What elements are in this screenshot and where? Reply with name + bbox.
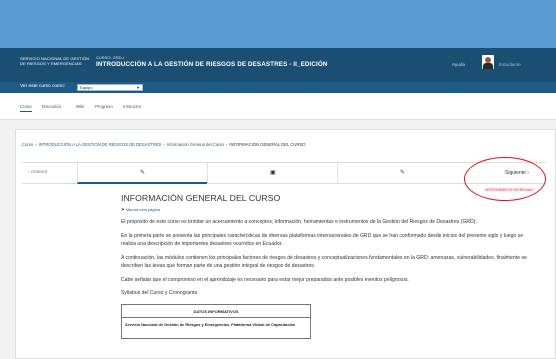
- sequence-item-1[interactable]: ✎: [77, 163, 207, 184]
- tab-discusion[interactable]: Discusión: [42, 104, 61, 109]
- desktop-background: [0, 0, 556, 48]
- info-table: DATOS INFORMATIVOS Servicio Nacional de …: [121, 304, 311, 340]
- view-as-bar: Ver este curso como: Equipo ▼: [0, 82, 556, 93]
- tab-instructor[interactable]: Instructor: [123, 104, 141, 109]
- site-header: SERVICIO NACIONAL DE GESTIÓN DE RIESGOS …: [0, 48, 556, 82]
- previous-label: Anterior: [30, 170, 48, 175]
- breadcrumb-current: INFORMACIÓN GENERAL DEL CURSO: [229, 142, 306, 147]
- highlight-note: ANTERIORMENTE ENTREGADO: [485, 188, 534, 192]
- sequence-item-2[interactable]: ▣: [207, 163, 337, 184]
- unit-title: INFORMACIÓN GENERAL DEL CURSO: [121, 193, 281, 203]
- breadcrumb-separator: ›: [163, 142, 165, 147]
- course-tabs: Curso Discusión Wiki Progreso Instructor: [0, 93, 556, 120]
- sequence-navigation: ‹ Anterior ✎ ▣ ✎ Siguiente ›: [22, 162, 546, 184]
- tab-progreso[interactable]: Progreso: [95, 104, 113, 109]
- avatar-body: [483, 63, 493, 69]
- avatar[interactable]: [482, 55, 494, 69]
- page-icon: ✎: [140, 170, 146, 176]
- paragraph: El propósito de este curso es brindar un…: [121, 219, 477, 225]
- breadcrumb-separator: ›: [225, 142, 228, 147]
- course-code: CURSO: GRD-I: [96, 55, 124, 60]
- table-cell: Servicio Nacional de Gestión de Riesgos …: [125, 322, 296, 328]
- paragraph: En la primera parte se presenta las prin…: [121, 233, 524, 247]
- breadcrumb: Curso › INTRODUCCIÓN A LA GESTIÓN DE RIESG…: [22, 142, 306, 147]
- view-as-select[interactable]: Equipo ▼: [77, 84, 143, 91]
- next-button[interactable]: Siguiente ›: [505, 170, 529, 176]
- breadcrumb-item-subsection[interactable]: Información General del Curso: [167, 142, 224, 147]
- help-link[interactable]: Ayuda: [452, 62, 465, 67]
- chevron-down-icon: ▼: [136, 85, 140, 90]
- next-label: Siguiente: [505, 170, 526, 176]
- sequence-item-3[interactable]: ✎: [337, 163, 467, 184]
- view-as-label: Ver este curso como:: [20, 84, 66, 89]
- unit-content: INFORMACIÓN GENERAL DEL CURSO ⚑ Marcar e…: [121, 193, 531, 340]
- paragraph: A continuación, las módulos contienen lo…: [121, 255, 527, 269]
- chevron-right-icon: ›: [525, 170, 529, 176]
- org-logo-text[interactable]: SERVICIO NACIONAL DE GESTIÓN DE RIESGOS …: [20, 56, 90, 66]
- view-as-selected: Equipo: [80, 85, 93, 90]
- previous-button[interactable]: ‹ Anterior: [28, 170, 47, 175]
- breadcrumb-item-curso[interactable]: Curso: [22, 142, 33, 147]
- bookmark-button[interactable]: ⚑ Marcar esta página: [121, 207, 531, 212]
- bookmark-label: Marcar esta página: [125, 207, 160, 212]
- course-title: INTRODUCCIÓN A LA GESTIÓN DE RIESGOS DE …: [96, 61, 328, 68]
- page-icon: ✎: [400, 170, 406, 176]
- tab-wiki[interactable]: Wiki: [76, 104, 84, 109]
- screen: SERVICIO NACIONAL DE GESTIÓN DE RIESGOS …: [0, 0, 556, 359]
- table-header: DATOS INFORMATIVOS: [122, 305, 310, 319]
- course-panel: Curso › INTRODUCCIÓN A LA GESTIÓN DE RIESG…: [15, 129, 556, 359]
- breadcrumb-separator: ›: [35, 142, 37, 147]
- user-menu[interactable]: Estudiante: [499, 62, 521, 67]
- syllabus-heading: Syllabus del Curso y Cronograma: [121, 290, 198, 297]
- paragraph: Cabe señalar que el compromiso en el apr…: [121, 277, 409, 284]
- main-area: Curso › INTRODUCCIÓN A LA GESTIÓN DE RIESG…: [0, 120, 556, 359]
- video-icon: ▣: [270, 170, 276, 176]
- tab-curso[interactable]: Curso: [20, 104, 32, 112]
- breadcrumb-item-section[interactable]: INTRODUCCIÓN A LA GESTIÓN DE RIESGOS DE …: [39, 142, 162, 147]
